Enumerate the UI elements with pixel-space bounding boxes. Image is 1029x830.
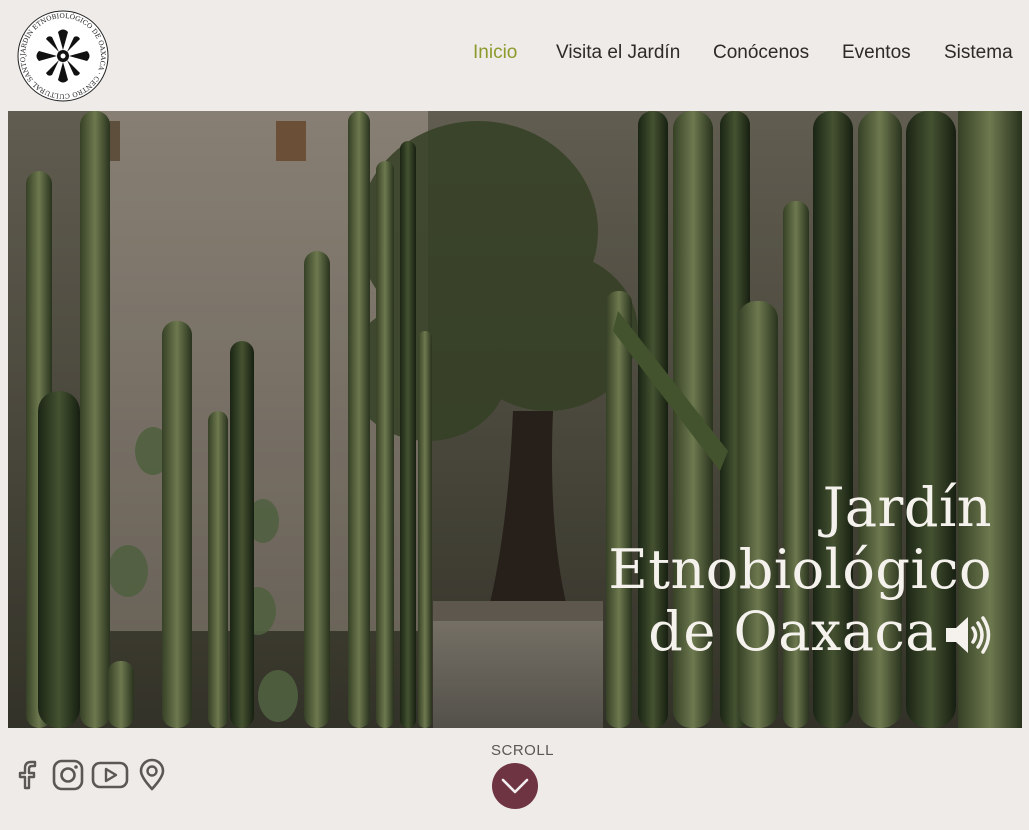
hero-title: Jardín Etnobiológico de Oaxaca <box>608 477 992 663</box>
facebook-icon[interactable] <box>14 758 40 797</box>
youtube-icon[interactable] <box>91 758 129 797</box>
nav-item-inicio[interactable]: Inicio <box>473 42 517 64</box>
nav-item-visita-el-jardin[interactable]: Visita el Jardín <box>556 42 680 64</box>
site-header: JARDÍN ETNOBIOLÓGICO DE OAXACA · CENTRO … <box>0 0 1029 110</box>
location-pin-icon[interactable] <box>138 758 166 797</box>
nav-item-conocenos[interactable]: Conócenos <box>713 42 809 64</box>
nav-item-sistema[interactable]: Sistema <box>944 42 1013 64</box>
chevron-down-icon <box>501 778 529 794</box>
nav-item-eventos[interactable]: Eventos <box>842 42 911 64</box>
hero-title-line-1: Jardín <box>822 476 992 539</box>
instagram-icon[interactable] <box>52 758 84 797</box>
hero-title-line-3-text: de Oaxaca <box>648 600 938 663</box>
main-nav: Inicio Visita el Jardín Conócenos Evento… <box>0 42 1029 68</box>
hero-title-line-3: de Oaxaca <box>608 601 992 663</box>
hero-title-line-2: Etnobiológico <box>608 538 992 601</box>
hero-banner: Jardín Etnobiológico de Oaxaca <box>8 111 1022 728</box>
scroll-label: SCROLL <box>491 742 555 759</box>
speaker-icon[interactable] <box>944 608 992 654</box>
scroll-down-button[interactable] <box>492 763 538 809</box>
